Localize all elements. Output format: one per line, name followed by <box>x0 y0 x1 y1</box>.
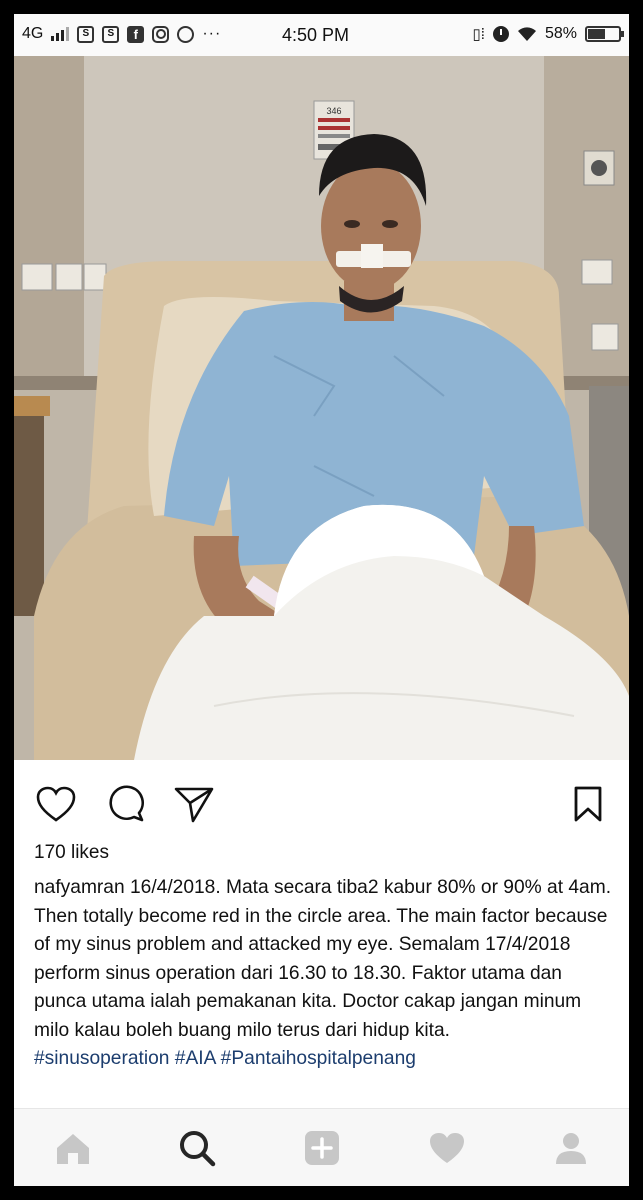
post-actions <box>14 760 629 844</box>
facebook-icon: f <box>127 25 145 43</box>
home-icon <box>57 1134 89 1164</box>
save-button[interactable] <box>566 782 610 826</box>
chrome-icon <box>177 25 195 43</box>
hospital-photo: 346 <box>14 56 629 760</box>
nav-profile[interactable] <box>548 1125 594 1171</box>
post-image[interactable]: 346 <box>14 56 629 760</box>
caption-username[interactable]: nafyamran <box>34 877 125 898</box>
comment-button[interactable] <box>104 782 148 826</box>
comment-icon <box>109 785 144 822</box>
post-caption: nafyamran 16/4/2018. Mata secara tiba2 k… <box>34 874 619 1074</box>
bottom-nav <box>14 1108 629 1186</box>
nav-search[interactable] <box>174 1125 220 1171</box>
clock: 4:50 PM <box>282 25 350 45</box>
add-icon <box>305 1131 339 1165</box>
likes-count[interactable]: 170 likes <box>34 842 109 864</box>
nav-activity[interactable] <box>424 1125 470 1171</box>
caption-text: 16/4/2018. Mata secara tiba2 kabur 80% o… <box>34 877 612 1041</box>
network-type: 4G <box>22 25 44 42</box>
activity-icon <box>430 1133 464 1163</box>
nav-home[interactable] <box>50 1125 96 1171</box>
like-button[interactable] <box>34 782 78 826</box>
heart-icon <box>36 786 76 822</box>
alarm-icon <box>492 26 509 42</box>
phone-screen: 4G S S f ··· 4:50 PM ▯⁞ 58% 346 170 like… <box>14 14 629 1186</box>
share-button[interactable] <box>172 782 216 826</box>
send-icon <box>174 787 214 823</box>
room-number: 346 <box>326 106 341 116</box>
status-right: ▯⁞ 58% <box>472 25 624 43</box>
bookmark-icon <box>574 786 602 822</box>
status-bar: 4G S S f ··· 4:50 PM ▯⁞ 58% <box>14 14 629 56</box>
s-icon: S <box>77 25 95 43</box>
wifi-icon <box>517 27 536 41</box>
profile-icon <box>556 1133 586 1164</box>
vibrate-icon: ▯⁞ <box>472 26 485 43</box>
caption-hashtags[interactable]: #sinusoperation #AIA #Pantaihospitalpena… <box>34 1048 416 1069</box>
signal-icon <box>51 27 70 41</box>
battery-percent: 58% <box>544 25 577 42</box>
status-left: 4G S S f ··· <box>22 25 221 43</box>
more-notifications-icon: ··· <box>202 25 222 42</box>
battery-icon <box>585 26 624 42</box>
instagram-icon <box>152 25 170 43</box>
search-icon <box>180 1131 216 1167</box>
nav-add[interactable] <box>299 1125 345 1171</box>
s-icon: S <box>102 25 120 43</box>
